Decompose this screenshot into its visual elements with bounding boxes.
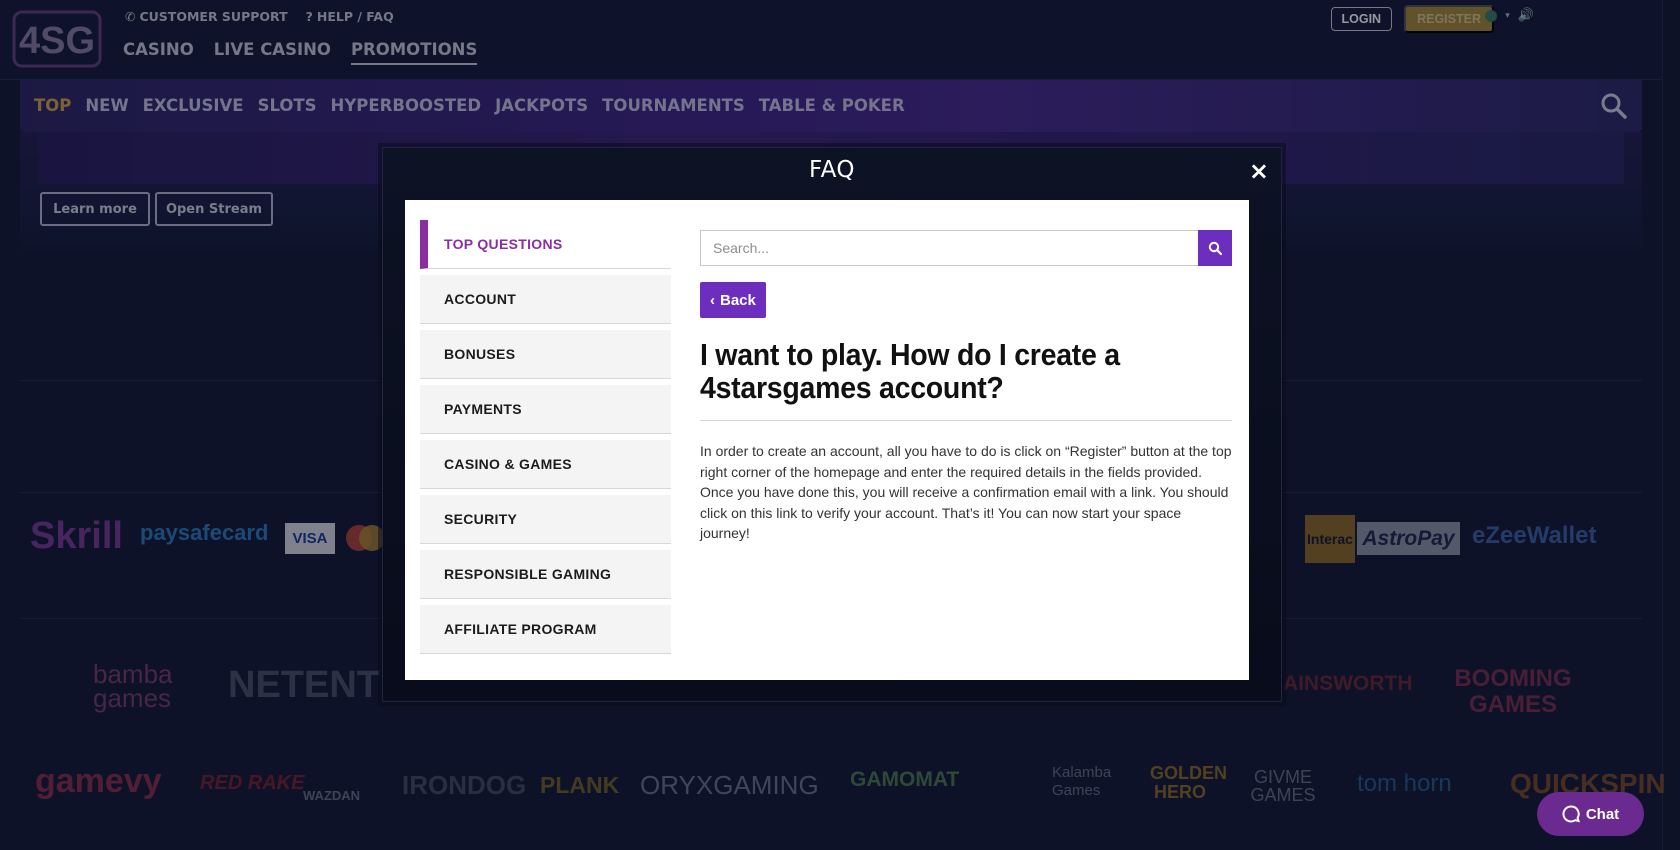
modal-title: FAQ (808, 157, 856, 183)
faq-section-bonuses[interactable]: BONUSES (420, 330, 671, 379)
faq-modal: FAQ × TOP QUESTIONS ACCOUNT BONUSES PAYM… (382, 147, 1282, 702)
faq-section-responsible-gaming[interactable]: RESPONSIBLE GAMING (420, 550, 671, 599)
question-divider (700, 420, 1232, 421)
chat-bubble-icon (1562, 805, 1580, 823)
faq-section-payments[interactable]: PAYMENTS (420, 385, 671, 434)
chevron-left-icon: ‹ (710, 291, 715, 309)
faq-search-input[interactable] (700, 230, 1198, 266)
faq-section-security[interactable]: SECURITY (420, 495, 671, 544)
faq-section-casino-games[interactable]: CASINO & GAMES (420, 440, 671, 489)
modal-body: TOP QUESTIONS ACCOUNT BONUSES PAYMENTS C… (405, 200, 1249, 680)
faq-sidebar: TOP QUESTIONS ACCOUNT BONUSES PAYMENTS C… (420, 220, 671, 660)
back-button[interactable]: ‹ Back (700, 282, 766, 318)
answer-text: In order to create an account, all you h… (700, 443, 1232, 541)
faq-search (700, 230, 1232, 266)
chat-button[interactable]: Chat (1537, 792, 1644, 836)
close-icon[interactable]: × (1249, 157, 1269, 185)
faq-content: ‹ Back I want to play. How do I create a… (700, 230, 1232, 544)
search-icon (1208, 241, 1222, 255)
faq-section-affiliate-program[interactable]: AFFILIATE PROGRAM (420, 605, 671, 654)
faq-search-button[interactable] (1198, 230, 1232, 266)
faq-section-top-questions[interactable]: TOP QUESTIONS (420, 220, 671, 269)
question-title: I want to play. How do I create a 4stars… (700, 337, 1120, 405)
faq-section-account[interactable]: ACCOUNT (420, 275, 671, 324)
